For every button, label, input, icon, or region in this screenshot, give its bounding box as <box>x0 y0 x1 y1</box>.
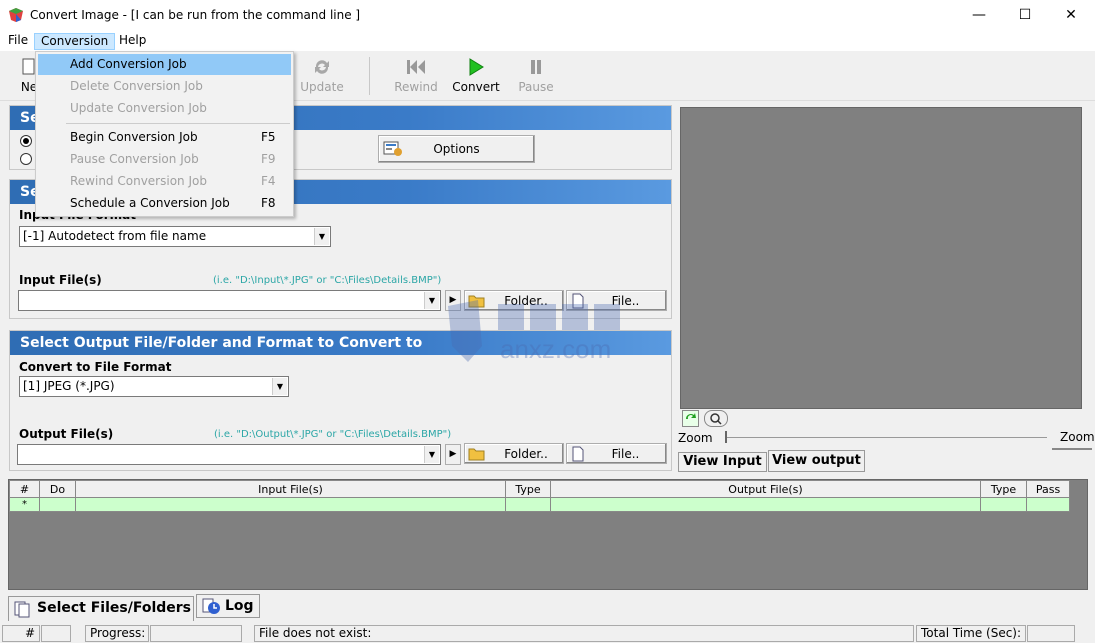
shortcut-label: F4 <box>261 174 276 188</box>
table-cell[interactable] <box>980 497 1027 512</box>
app-logo-icon <box>9 8 23 22</box>
watermark-logo: anxz.com <box>448 300 620 364</box>
tab-select-files[interactable]: Select Files/Folders <box>8 596 194 621</box>
tab-view-input[interactable]: View Input <box>678 452 767 472</box>
input-files-label: Input File(s) <box>19 273 102 287</box>
menu-item-schedule-job[interactable]: Schedule a Conversion Job F8 <box>38 193 291 214</box>
output-hint: (i.e. "D:\Output\*.JPG" or "C:\Files\Det… <box>214 429 452 440</box>
output-format-label: Convert to File Format <box>19 360 172 374</box>
maximize-button[interactable]: ☐ <box>1002 0 1048 31</box>
files-icon <box>14 601 30 618</box>
image-preview <box>680 107 1082 409</box>
column-header-output-type[interactable]: Type <box>980 480 1027 498</box>
input-format-select[interactable]: [-1] Autodetect from file name ▼ <box>19 226 331 247</box>
column-header-output-files[interactable]: Output File(s) <box>550 480 981 498</box>
status-bar: # Progress: File does not exist: Total T… <box>0 623 1095 643</box>
tab-view-output[interactable]: View output <box>768 450 865 472</box>
rewind-button[interactable]: Rewind <box>392 57 440 99</box>
chevron-down-icon: ▼ <box>424 446 439 463</box>
refresh-icon <box>315 60 329 74</box>
refresh-icon <box>686 413 696 419</box>
input-hint: (i.e. "D:\Input\*.JPG" or "C:\Files\Deta… <box>213 275 442 286</box>
shortcut-label: F5 <box>261 130 276 144</box>
table-cell[interactable] <box>505 497 551 512</box>
title-bar: Convert Image - [I can be run from the c… <box>0 0 1095 31</box>
status-hash: # <box>2 625 40 642</box>
column-header-number[interactable]: # <box>9 480 40 498</box>
status-count <box>41 625 71 642</box>
status-total-time-label: Total Time (Sec): <box>916 625 1026 642</box>
output-files-label: Output File(s) <box>19 427 114 441</box>
menu-file[interactable]: File <box>2 33 34 50</box>
refresh-preview-button[interactable] <box>682 410 699 427</box>
radio-option-2[interactable] <box>20 153 32 165</box>
watermark-text: anxz.com <box>500 334 611 364</box>
menu-item-rewind-job[interactable]: Rewind Conversion Job F4 <box>38 171 291 192</box>
column-header-input-files[interactable]: Input File(s) <box>75 480 506 498</box>
table-cell[interactable] <box>1026 497 1070 512</box>
menu-help[interactable]: Help <box>113 33 152 50</box>
input-files-input[interactable]: ▼ <box>18 290 441 311</box>
radio-option-1[interactable] <box>20 135 32 147</box>
status-progress-bar <box>150 625 242 642</box>
chevron-down-icon: ▼ <box>424 292 439 309</box>
status-progress-label: Progress: <box>85 625 149 642</box>
status-total-time-value <box>1027 625 1075 642</box>
output-format-select[interactable]: [1] JPEG (*.JPG) ▼ <box>19 376 289 397</box>
magnifier-icon <box>710 413 722 425</box>
table-cell[interactable] <box>550 497 981 512</box>
column-header-do[interactable]: Do <box>39 480 76 498</box>
options-button[interactable]: Options <box>378 135 535 163</box>
menu-conversion[interactable]: Conversion <box>34 33 116 50</box>
toolbar-separator <box>369 57 370 95</box>
jobs-grid: # Do Input File(s) Type Output File(s) T… <box>8 479 1088 590</box>
update-button[interactable]: Update <box>297 57 347 99</box>
rewind-icon <box>407 60 425 74</box>
new-row-marker: * <box>9 497 40 512</box>
output-files-input[interactable]: ▼ <box>17 444 441 465</box>
pause-button[interactable]: Pause <box>515 57 557 99</box>
file-icon <box>572 446 584 462</box>
zoom-label-right: Zoom <box>1060 430 1095 444</box>
menu-item-delete-job[interactable]: Delete Conversion Job <box>38 76 291 97</box>
minimize-button[interactable]: — <box>956 0 1002 31</box>
folder-icon <box>468 448 485 461</box>
tab-log[interactable]: Log <box>196 594 260 618</box>
zoom-slider-track[interactable] <box>727 437 1047 438</box>
close-button[interactable]: ✕ <box>1048 0 1094 31</box>
divider <box>1052 448 1092 450</box>
log-clock-icon <box>202 598 220 614</box>
conversion-menu-dropdown: Add Conversion Job Delete Conversion Job… <box>35 51 294 217</box>
window-title: Convert Image - [I can be run from the c… <box>30 8 361 22</box>
play-icon <box>469 58 484 76</box>
menu-separator <box>66 123 290 124</box>
table-row[interactable]: * <box>9 497 1070 512</box>
output-file-button[interactable]: File.. <box>566 443 667 464</box>
column-header-pass[interactable]: Pass <box>1026 480 1070 498</box>
shortcut-label: F9 <box>261 152 276 166</box>
menu-bar: File Conversion Help <box>0 31 1095 51</box>
menu-item-pause-job[interactable]: Pause Conversion Job F9 <box>38 149 291 170</box>
menu-item-add-job[interactable]: Add Conversion Job <box>38 54 291 75</box>
column-header-input-type[interactable]: Type <box>505 480 551 498</box>
table-header-row: # Do Input File(s) Type Output File(s) T… <box>9 480 1070 498</box>
status-message: File does not exist: <box>254 625 914 642</box>
output-browse-arrow-button[interactable]: ▶ <box>445 444 461 465</box>
table-cell[interactable] <box>39 497 76 512</box>
shortcut-label: F8 <box>261 196 276 210</box>
menu-item-begin-job[interactable]: Begin Conversion Job F5 <box>38 127 291 148</box>
chevron-down-icon: ▼ <box>314 228 329 245</box>
jobs-table: # Do Input File(s) Type Output File(s) T… <box>9 480 1070 512</box>
options-icon <box>383 141 402 156</box>
table-cell[interactable] <box>75 497 506 512</box>
output-folder-button[interactable]: Folder.. <box>464 443 564 464</box>
convert-button[interactable]: Convert <box>451 57 501 99</box>
menu-item-update-job[interactable]: Update Conversion Job <box>38 98 291 119</box>
zoom-button[interactable] <box>704 410 728 427</box>
chevron-down-icon: ▼ <box>272 378 287 395</box>
zoom-label-left: Zoom <box>678 431 713 445</box>
pause-icon <box>531 60 541 74</box>
